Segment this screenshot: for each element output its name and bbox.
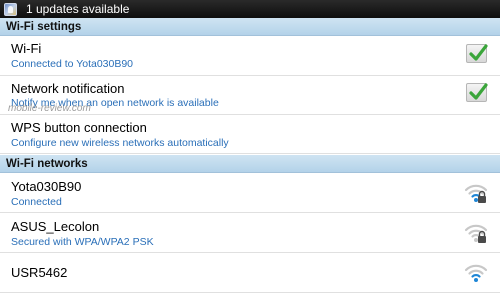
network-row[interactable]: USR5462: [0, 254, 500, 293]
network-row[interactable]: Yota030B90 Connected: [0, 174, 500, 213]
wifi-signal-lock-icon: [464, 224, 488, 243]
wps-title: WPS button connection: [11, 120, 147, 135]
checkmark-icon: [469, 44, 488, 61]
wifi-settings-header: Wi-Fi settings: [0, 18, 500, 36]
network-notification-row[interactable]: Network notification Notify me when an o…: [0, 77, 500, 115]
wifi-title: Wi-Fi: [11, 41, 42, 56]
wifi-status: Connected to Yota030B90: [11, 58, 134, 70]
wifi-checkbox[interactable]: [466, 44, 488, 63]
download-notification-icon: [4, 2, 17, 16]
status-bar[interactable]: 1 updates available: [0, 0, 500, 18]
status-notification-text: 1 updates available: [26, 2, 130, 16]
checkmark-icon: [469, 83, 488, 100]
network-row[interactable]: ASUS_Lecolon Secured with WPA/WPA2 PSK: [0, 214, 500, 253]
network-status: Secured with WPA/WPA2 PSK: [11, 236, 154, 248]
wifi-signal-icon: [464, 264, 488, 282]
wifi-toggle-row[interactable]: Wi-Fi Connected to Yota030B90: [0, 37, 500, 76]
wifi-networks-header: Wi-Fi networks: [0, 155, 500, 173]
network-notification-checkbox[interactable]: [466, 83, 488, 102]
wps-subtitle: Configure new wireless networks automati…: [11, 137, 229, 149]
network-ssid: ASUS_Lecolon: [11, 219, 100, 234]
network-notification-subtitle: Notify me when an open network is availa…: [11, 97, 219, 109]
network-status: Connected: [11, 196, 62, 208]
network-ssid: Yota030B90: [11, 179, 82, 194]
network-notification-title: Network notification: [11, 81, 125, 96]
network-ssid: USR5462: [11, 265, 68, 280]
wps-button-row[interactable]: WPS button connection Configure new wire…: [0, 116, 500, 154]
wifi-signal-lock-icon: [464, 184, 488, 203]
